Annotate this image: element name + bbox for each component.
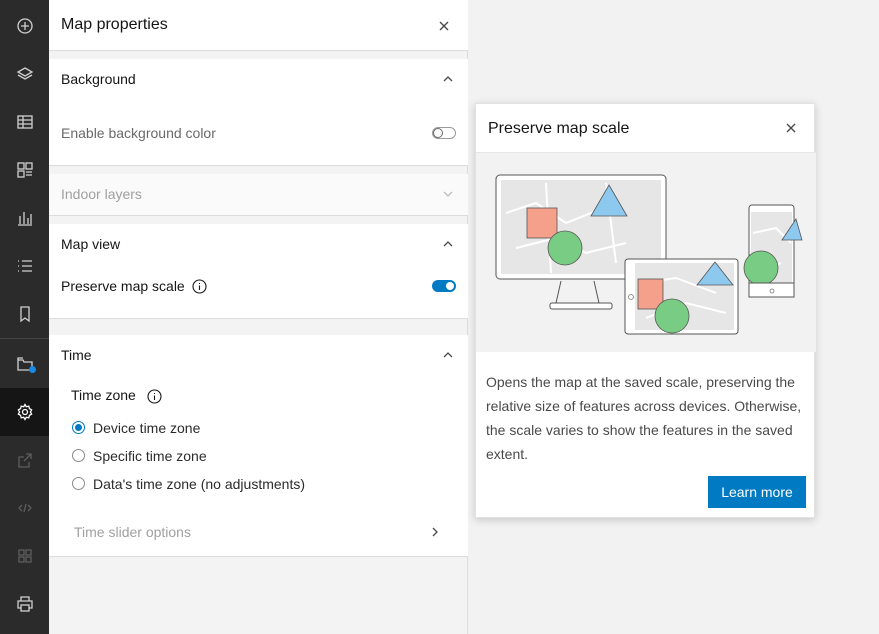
print-icon	[16, 596, 33, 612]
popover-description: Opens the map at the saved scale, preser…	[486, 374, 802, 462]
time-header[interactable]: Time	[61, 347, 92, 363]
rail-divider	[0, 338, 49, 339]
indoor-layers-header[interactable]: Indoor layers	[61, 186, 142, 202]
share-icon	[17, 453, 32, 468]
map-view-header[interactable]: Map view	[61, 236, 120, 252]
info-icon[interactable]	[192, 279, 207, 294]
chevron-up-icon[interactable]	[441, 72, 455, 86]
close-icon	[786, 123, 796, 133]
unsaved-badge	[29, 366, 36, 373]
map-properties-panel: Map properties Background Enable backgro…	[49, 0, 468, 634]
bookmark-icon	[19, 306, 30, 323]
add-button[interactable]	[0, 2, 49, 50]
close-popover-button[interactable]	[781, 118, 801, 138]
radio-device-time-zone[interactable]	[72, 421, 85, 434]
charts-button[interactable]	[0, 194, 49, 242]
time-slider-options-label[interactable]: Time slider options	[74, 524, 191, 540]
background-section: Background Enable background color	[49, 59, 468, 166]
embed-icon	[17, 503, 32, 513]
save-button[interactable]	[0, 340, 49, 388]
legend-button[interactable]	[0, 146, 49, 194]
close-icon	[439, 21, 449, 31]
chevron-right-icon[interactable]	[428, 525, 442, 539]
create-app-button[interactable]	[0, 532, 49, 580]
chevron-up-icon[interactable]	[441, 237, 455, 251]
list-icon	[17, 260, 32, 272]
print-button[interactable]	[0, 580, 49, 628]
map-properties-button[interactable]	[0, 388, 49, 436]
devices-illustration-icon	[495, 174, 803, 335]
panel-title: Map properties	[61, 16, 168, 33]
chevron-up-icon[interactable]	[441, 348, 455, 362]
tables-button[interactable]	[0, 98, 49, 146]
share-button[interactable]	[0, 436, 49, 484]
panel-header: Map properties	[49, 0, 468, 51]
add-icon	[16, 18, 33, 34]
layers-icon	[16, 67, 33, 80]
toggle-knob	[433, 128, 443, 138]
preserve-scale-toggle[interactable]	[432, 280, 456, 292]
time-zone-label: Time zone	[71, 387, 136, 403]
table-icon	[16, 115, 33, 129]
toggle-knob	[446, 282, 454, 290]
apps-icon	[17, 549, 32, 563]
legend-icon	[16, 162, 33, 178]
radio-label[interactable]: Specific time zone	[93, 448, 207, 464]
close-panel-button[interactable]	[434, 16, 454, 36]
map-view-section: Map view Preserve map scale	[49, 224, 468, 319]
bookmarks-button[interactable]	[0, 290, 49, 338]
devices-illustration	[476, 152, 816, 352]
preserve-scale-popover: Preserve map scale Opens the map at the …	[475, 103, 816, 518]
settings-icon	[17, 403, 32, 421]
radio-label[interactable]: Data's time zone (no adjustments)	[93, 476, 305, 492]
enable-background-label: Enable background color	[61, 125, 216, 141]
popover-title: Preserve map scale	[488, 120, 630, 137]
learn-more-button[interactable]: Learn more	[708, 476, 806, 508]
info-icon[interactable]	[147, 389, 162, 404]
action-bar	[0, 0, 49, 634]
radio-data-time-zone[interactable]	[72, 477, 85, 490]
embed-button[interactable]	[0, 484, 49, 532]
enable-background-toggle[interactable]	[432, 127, 456, 139]
list-button[interactable]	[0, 242, 49, 290]
radio-label[interactable]: Device time zone	[93, 420, 200, 436]
background-section-header[interactable]: Background	[61, 71, 136, 87]
radio-specific-time-zone[interactable]	[72, 449, 85, 462]
charts-icon	[17, 212, 32, 226]
preserve-scale-label: Preserve map scale	[61, 278, 185, 294]
layers-button[interactable]	[0, 50, 49, 98]
chevron-down-icon[interactable]	[441, 187, 455, 201]
indoor-layers-section: Indoor layers	[49, 174, 468, 216]
time-section: Time Time zone Device time zone Specific…	[49, 335, 468, 557]
